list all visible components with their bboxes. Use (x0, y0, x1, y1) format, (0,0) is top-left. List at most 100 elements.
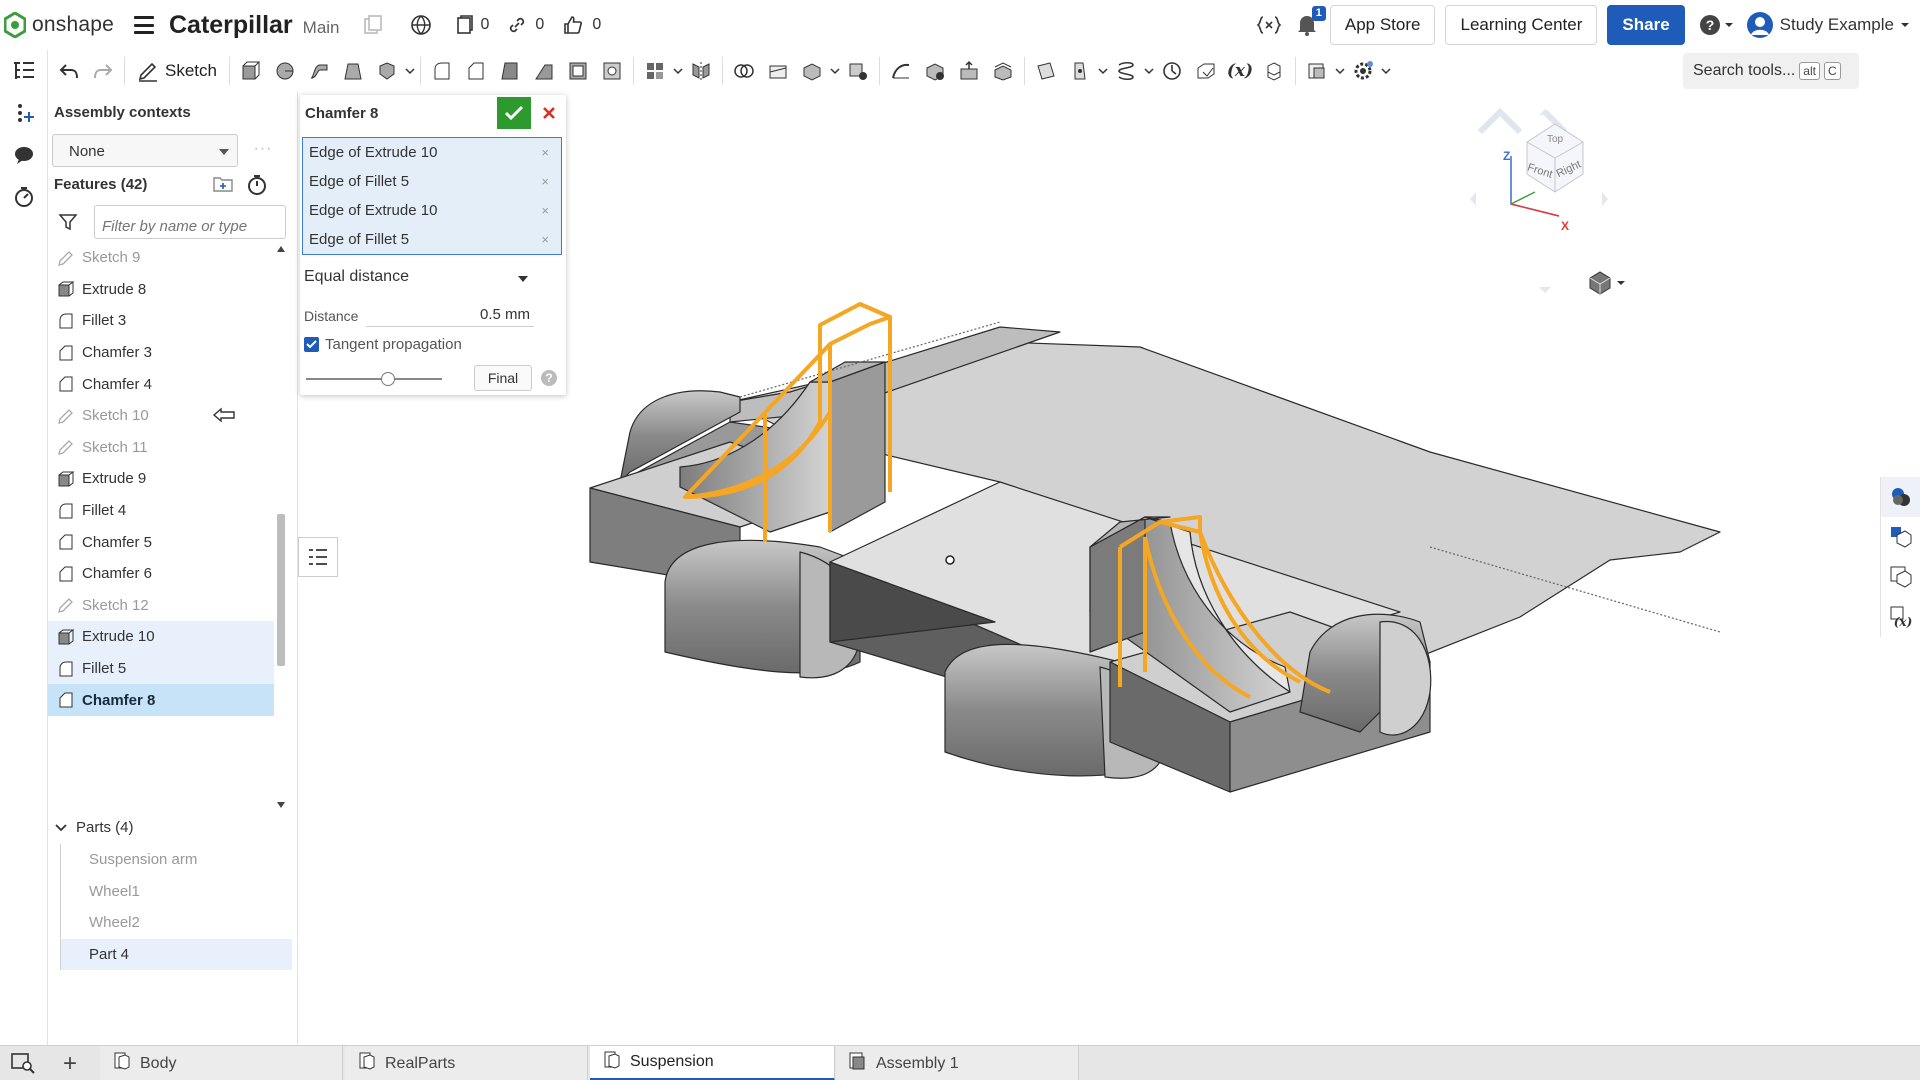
chevron-down-icon[interactable] (1143, 54, 1155, 88)
move-face-icon[interactable] (952, 54, 986, 88)
stopwatch-icon[interactable] (0, 176, 48, 218)
filter-icon[interactable] (58, 212, 78, 232)
search-tools-input[interactable]: Search tools... alt C (1683, 53, 1859, 89)
feature-row[interactable]: Fillet 4 (48, 495, 274, 527)
variable-table-icon[interactable]: (x) (1881, 597, 1920, 637)
thicken-icon[interactable] (370, 54, 404, 88)
app-store-button[interactable]: App Store (1329, 5, 1436, 45)
fillet-icon[interactable] (425, 54, 459, 88)
cancel-button[interactable] (535, 97, 563, 129)
frame-icon[interactable] (1189, 54, 1223, 88)
feature-row[interactable]: Sketch 12 (48, 590, 274, 622)
tab-assembly-1[interactable]: Assembly 1 (836, 1046, 1079, 1080)
feature-filter-input[interactable] (94, 205, 286, 239)
tab-suspension[interactable]: Suspension (590, 1046, 835, 1080)
variable-icon[interactable]: (x) (1223, 54, 1257, 88)
feature-row[interactable]: Chamfer 3 (48, 337, 274, 369)
feature-row[interactable]: Extrude 8 (48, 274, 274, 306)
mirror-icon[interactable] (684, 54, 718, 88)
chevron-down-icon[interactable] (1334, 54, 1346, 88)
learning-center-button[interactable]: Learning Center (1445, 5, 1598, 45)
scroll-up-icon[interactable] (277, 246, 285, 252)
feature-row[interactable]: Sketch 10 (48, 400, 274, 432)
final-button[interactable]: Final (474, 365, 532, 391)
part-row[interactable]: Part 4 (60, 938, 292, 971)
chamfer-type-select[interactable]: Equal distance (304, 268, 530, 286)
document-title[interactable]: Caterpillar (169, 11, 293, 40)
transform-icon[interactable] (795, 54, 829, 88)
remove-selection-icon[interactable]: × (541, 203, 549, 218)
assembly-context-select[interactable]: None (52, 134, 238, 167)
rollback-slider-handle[interactable] (380, 372, 395, 386)
distance-input[interactable]: 0.5 mm (366, 301, 534, 327)
modify-fillet-icon[interactable] (884, 54, 918, 88)
scrollbar-thumb[interactable] (277, 514, 285, 666)
onshape-logo[interactable]: onshape (4, 12, 114, 38)
sheet-metal-icon[interactable] (1155, 54, 1189, 88)
selected-entity[interactable]: Edge of Fillet 5 × (303, 167, 561, 196)
boolean-icon[interactable] (727, 54, 761, 88)
feature-row[interactable]: Chamfer 4 (48, 368, 274, 400)
part-row[interactable]: Wheel2 (60, 907, 292, 939)
like-button[interactable]: 0 (562, 14, 601, 36)
part-row[interactable]: Suspension arm (60, 844, 292, 876)
selected-entity[interactable]: Edge of Extrude 10 × (303, 196, 561, 225)
feature-row[interactable]: Sketch 11 (48, 432, 274, 464)
part-4-body[interactable] (589, 321, 1721, 793)
derived-icon[interactable] (1257, 54, 1291, 88)
feature-row[interactable]: Chamfer 6 (48, 558, 274, 590)
feature-row[interactable]: Chamfer 8 (48, 684, 274, 716)
rollback-slider-track[interactable] (306, 378, 442, 380)
gear-icon[interactable] (1346, 54, 1380, 88)
parts-properties-icon[interactable] (1881, 517, 1920, 557)
globe-icon[interactable] (410, 14, 432, 36)
revolve-icon[interactable] (268, 54, 302, 88)
hole-icon[interactable] (595, 54, 629, 88)
chevron-down-icon[interactable] (1380, 54, 1392, 88)
tangent-propagation-option[interactable]: Tangent propagation (304, 336, 462, 353)
versions-button[interactable]: 0 (454, 14, 489, 36)
add-tab-button[interactable]: + (56, 1046, 84, 1080)
chevron-down-icon[interactable] (672, 54, 684, 88)
chamfer-icon[interactable] (459, 54, 493, 88)
accept-button[interactable] (497, 97, 531, 129)
chevron-down-icon[interactable] (404, 54, 416, 88)
comments-icon[interactable] (0, 134, 48, 176)
extrude-icon[interactable] (234, 54, 268, 88)
selected-entity[interactable]: Edge of Extrude 10 × (303, 138, 561, 167)
rollback-arrow-icon[interactable] (212, 406, 236, 428)
notifications-button[interactable]: 1 (1296, 6, 1326, 37)
help-menu-button[interactable]: ? (1699, 14, 1734, 36)
feature-row[interactable]: Extrude 10 (48, 621, 274, 653)
delete-part-icon[interactable] (841, 54, 875, 88)
chevron-down-icon[interactable] (518, 276, 528, 282)
shell-icon[interactable] (561, 54, 595, 88)
remove-selection-icon[interactable]: × (541, 145, 549, 160)
undo-icon[interactable] (52, 54, 86, 88)
replace-face-icon[interactable] (986, 54, 1020, 88)
scroll-down-icon[interactable] (277, 802, 285, 808)
chevron-down-icon[interactable] (829, 54, 841, 88)
help-icon[interactable]: ? (541, 370, 557, 386)
remove-selection-icon[interactable]: × (541, 232, 549, 247)
selected-entity[interactable]: Edge of Fillet 5 × (303, 225, 561, 254)
copy-document-icon[interactable] (362, 14, 384, 36)
user-menu-button[interactable]: Study Example (1746, 11, 1910, 39)
appearance-icon[interactable] (1881, 477, 1920, 517)
view-options-button[interactable] (1589, 271, 1625, 295)
custom-feature-icon[interactable] (1300, 54, 1334, 88)
insert-icon[interactable] (0, 92, 48, 134)
feature-row[interactable]: Fillet 3 (48, 305, 274, 337)
plane-icon[interactable] (1029, 54, 1063, 88)
entity-selection-box[interactable]: Edge of Extrude 10 × Edge of Fillet 5 × Edge… (302, 137, 562, 255)
feature-row[interactable]: Fillet 5 (48, 652, 274, 685)
feature-row[interactable]: Chamfer 5 (48, 526, 274, 558)
variables-icon[interactable] (1256, 14, 1282, 36)
mate-connector-icon[interactable] (1063, 54, 1097, 88)
tab-realparts[interactable]: RealParts (345, 1046, 588, 1080)
mass-properties-icon[interactable] (1881, 557, 1920, 597)
draft-icon[interactable] (493, 54, 527, 88)
links-button[interactable]: 0 (507, 15, 544, 35)
share-button[interactable]: Share (1607, 5, 1685, 45)
feature-row[interactable]: Extrude 9 (48, 463, 274, 495)
